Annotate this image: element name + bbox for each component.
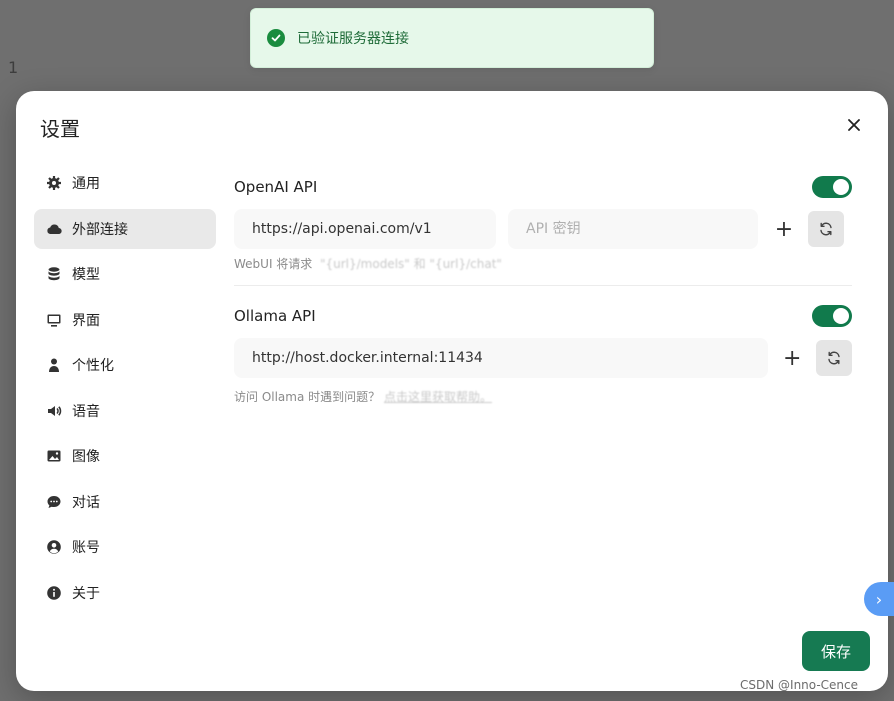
sidebar-item-about[interactable]: 关于 — [34, 573, 216, 613]
sidebar-item-general[interactable]: 通用 — [34, 163, 216, 203]
settings-modal: 设置 通用 外部连接 模型 界面 个性化 语音 图像 对话 账号 关于 Open… — [16, 91, 888, 691]
sidebar-item-personalization[interactable]: 个性化 — [34, 345, 216, 385]
database-icon — [46, 266, 62, 282]
cloud-icon — [46, 221, 62, 237]
sidebar-item-label: 外部连接 — [72, 221, 128, 238]
openai-toggle[interactable] — [812, 176, 852, 198]
monitor-icon — [46, 312, 62, 328]
openai-hint: WebUI 将请求 "{url}/models" 和 "{url}/chat" — [234, 255, 852, 271]
chevron-right-icon[interactable]: › — [864, 582, 894, 616]
sidebar-item-label: 账号 — [72, 540, 100, 556]
section-divider — [234, 285, 852, 286]
sidebar-item-images[interactable]: 图像 — [34, 436, 216, 476]
sidebar-item-label: 语音 — [72, 403, 100, 420]
ollama-url-input[interactable] — [234, 338, 769, 378]
toast-message: 已验证服务器连接 — [297, 31, 409, 47]
sidebar-item-label: 个性化 — [72, 358, 114, 374]
check-circle-icon — [267, 29, 285, 47]
success-toast: 已验证服务器连接 — [250, 8, 654, 68]
sidebar-item-label: 对话 — [72, 494, 100, 511]
chat-icon — [46, 494, 62, 510]
sidebar-item-models[interactable]: 模型 — [34, 254, 216, 294]
sidebar-item-connections[interactable]: 外部连接 — [34, 208, 216, 249]
refresh-icon — [828, 351, 840, 365]
openai-hint-redacted: "{url}/models" 和 "{url}/chat" — [316, 257, 502, 271]
openai-hint-text: WebUI 将请求 — [234, 257, 313, 271]
sidebar-item-interface[interactable]: 界面 — [34, 300, 216, 340]
verify-ollama-button[interactable] — [816, 340, 853, 376]
watermark: CSDN @Inno-Cence — [740, 678, 859, 692]
openai-input-row: + — [234, 209, 852, 249]
sidebar-item-chats[interactable]: 对话 — [34, 482, 216, 522]
ollama-input-row: + — [234, 338, 853, 378]
gear-icon — [46, 175, 62, 191]
sidebar-item-account[interactable]: 账号 — [34, 527, 216, 567]
sidebar-item-audio[interactable]: 语音 — [34, 391, 216, 431]
person-icon — [46, 357, 62, 373]
background-line-number: 1 — [8, 58, 19, 77]
close-button[interactable] — [844, 115, 864, 135]
speaker-icon — [46, 403, 62, 419]
connections-panel: OpenAI API + WebUI 将请求 "{url}/models" 和 … — [234, 171, 853, 404]
ollama-toggle[interactable] — [812, 305, 852, 327]
sidebar-item-label: 模型 — [72, 267, 100, 283]
ollama-help-link[interactable]: 点击这里获取帮助。 — [384, 390, 492, 404]
ollama-header: Ollama API — [234, 300, 852, 332]
settings-sidebar: 通用 外部连接 模型 界面 个性化 语音 图像 对话 账号 关于 — [34, 163, 216, 618]
add-ollama-button[interactable]: + — [780, 346, 804, 371]
openai-header: OpenAI API — [234, 171, 852, 203]
sidebar-item-label: 界面 — [72, 312, 100, 329]
ollama-hint: 访问 Ollama 时遇到问题？ 点击这里获取帮助。 — [234, 388, 852, 404]
ollama-hint-text: 访问 Ollama 时遇到问题？ — [234, 390, 381, 404]
user-circle-icon — [46, 539, 62, 555]
sidebar-item-label: 图像 — [72, 449, 100, 465]
close-icon — [848, 119, 860, 131]
openai-url-input[interactable] — [234, 209, 496, 249]
add-openai-button[interactable]: + — [772, 217, 796, 242]
openai-label: OpenAI API — [234, 178, 318, 196]
info-icon — [46, 585, 62, 601]
sidebar-item-label: 通用 — [72, 176, 100, 192]
sidebar-item-label: 关于 — [72, 585, 100, 602]
save-button[interactable]: 保存 — [802, 631, 870, 671]
verify-openai-button[interactable] — [808, 211, 844, 247]
ollama-label: Ollama API — [234, 307, 316, 325]
refresh-icon — [820, 222, 832, 236]
modal-title: 设置 — [40, 117, 80, 141]
openai-key-input[interactable] — [508, 209, 758, 249]
image-icon — [46, 448, 62, 464]
